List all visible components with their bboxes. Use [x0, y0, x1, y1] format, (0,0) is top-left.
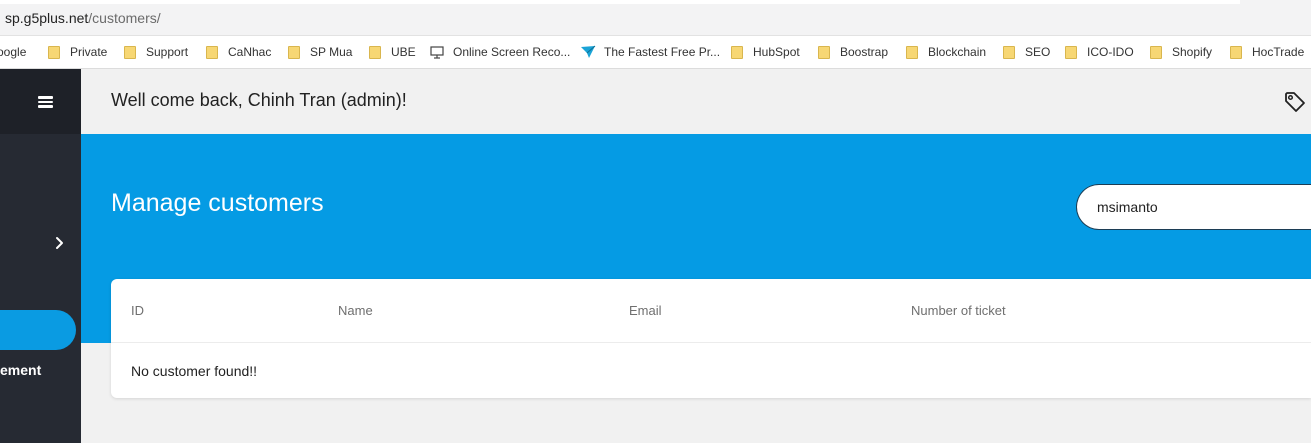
sidebar-item-label: ement: [0, 362, 42, 378]
send-arrow-icon: [580, 45, 596, 59]
search-input[interactable]: [1076, 184, 1311, 230]
bookmark-ico-ido[interactable]: ICO-IDO: [1065, 36, 1134, 68]
sidebar-header: [0, 69, 81, 134]
folder-icon: [1150, 45, 1162, 59]
chevron-right-icon[interactable]: [54, 236, 66, 250]
bookmark-label: HubSpot: [753, 45, 800, 59]
browser-address-bar[interactable]: sp.g5plus.net/customers/: [0, 0, 1311, 36]
bookmark-label: SEO: [1025, 45, 1051, 59]
column-header-email[interactable]: Email: [629, 303, 662, 318]
bookmark-ube[interactable]: UBE: [369, 36, 416, 68]
bookmark-support[interactable]: Support: [124, 36, 188, 68]
folder-icon: [1003, 45, 1015, 59]
url-host: sp.g5plus.net: [5, 10, 89, 26]
tag-icon[interactable]: [1284, 91, 1306, 118]
bookmark-label: Blockchain: [928, 45, 987, 59]
top-header: Well come back, Chinh Tran (admin)!: [81, 69, 1311, 134]
customers-table: ID Name Email Number of ticket No custom…: [111, 279, 1311, 398]
bookmark-shopify[interactable]: Shopify: [1150, 36, 1212, 68]
bookmark-boostrap[interactable]: Boostrap: [818, 36, 888, 68]
hamburger-icon[interactable]: [38, 96, 53, 108]
bookmark-label: ICO-IDO: [1087, 45, 1134, 59]
folder-icon: [818, 45, 830, 59]
folder-icon: [288, 45, 300, 59]
column-header-name[interactable]: Name: [338, 303, 373, 318]
bookmark-blockchain[interactable]: Blockchain: [906, 36, 986, 68]
bookmark-label: oogle: [0, 45, 27, 59]
bookmarks-bar: oogle Private Support CaNhac SP Mua UBE …: [0, 36, 1311, 69]
bookmark-fastest-free[interactable]: The Fastest Free Pr...: [580, 36, 720, 68]
folder-icon: [731, 45, 743, 59]
folder-icon: [906, 45, 918, 59]
page-title: Manage customers: [111, 189, 324, 217]
empty-message: No customer found!!: [131, 363, 258, 379]
folder-icon: [206, 45, 218, 59]
tab-strip-edge: [0, 0, 1240, 4]
bookmark-sp-mua[interactable]: SP Mua: [288, 36, 352, 68]
bookmark-google[interactable]: oogle: [0, 36, 26, 68]
bookmark-label: The Fastest Free Pr...: [604, 45, 721, 59]
monitor-icon: [430, 45, 444, 59]
bookmark-seo[interactable]: SEO: [1003, 36, 1050, 68]
bookmark-label: UBE: [391, 45, 416, 59]
sidebar-item-active[interactable]: [0, 310, 76, 350]
bookmark-label: SP Mua: [310, 45, 353, 59]
bookmark-online-screen-recorder[interactable]: Online Screen Reco...: [430, 36, 570, 68]
bookmark-label: Private: [70, 45, 108, 59]
folder-icon: [369, 45, 381, 59]
welcome-message: Well come back, Chinh Tran (admin)!: [111, 90, 407, 110]
bookmark-label: CaNhac: [228, 45, 272, 59]
sidebar-item-management[interactable]: ement: [0, 362, 81, 378]
column-header-number-of-ticket[interactable]: Number of ticket: [911, 303, 1006, 318]
column-header-id[interactable]: ID: [131, 303, 144, 318]
bookmark-hoctrade[interactable]: HocTrade: [1230, 36, 1304, 68]
table-header: ID Name Email Number of ticket: [111, 279, 1311, 343]
folder-icon: [1065, 45, 1077, 59]
folder-icon: [124, 45, 136, 59]
bookmark-canhac[interactable]: CaNhac: [206, 36, 271, 68]
bookmark-hubspot[interactable]: HubSpot: [731, 36, 800, 68]
sidebar: ement: [0, 69, 81, 443]
bookmark-private[interactable]: Private: [48, 36, 107, 68]
url-path: /customers/: [88, 10, 161, 26]
url-text[interactable]: sp.g5plus.net/customers/: [5, 10, 161, 26]
folder-icon: [48, 45, 60, 59]
bookmark-label: Support: [146, 45, 189, 59]
folder-icon: [1230, 45, 1242, 59]
bookmark-label: Shopify: [1172, 45, 1213, 59]
bookmark-label: HocTrade: [1252, 45, 1305, 59]
bookmark-label: Online Screen Reco...: [453, 45, 571, 59]
bookmark-label: Boostrap: [840, 45, 889, 59]
